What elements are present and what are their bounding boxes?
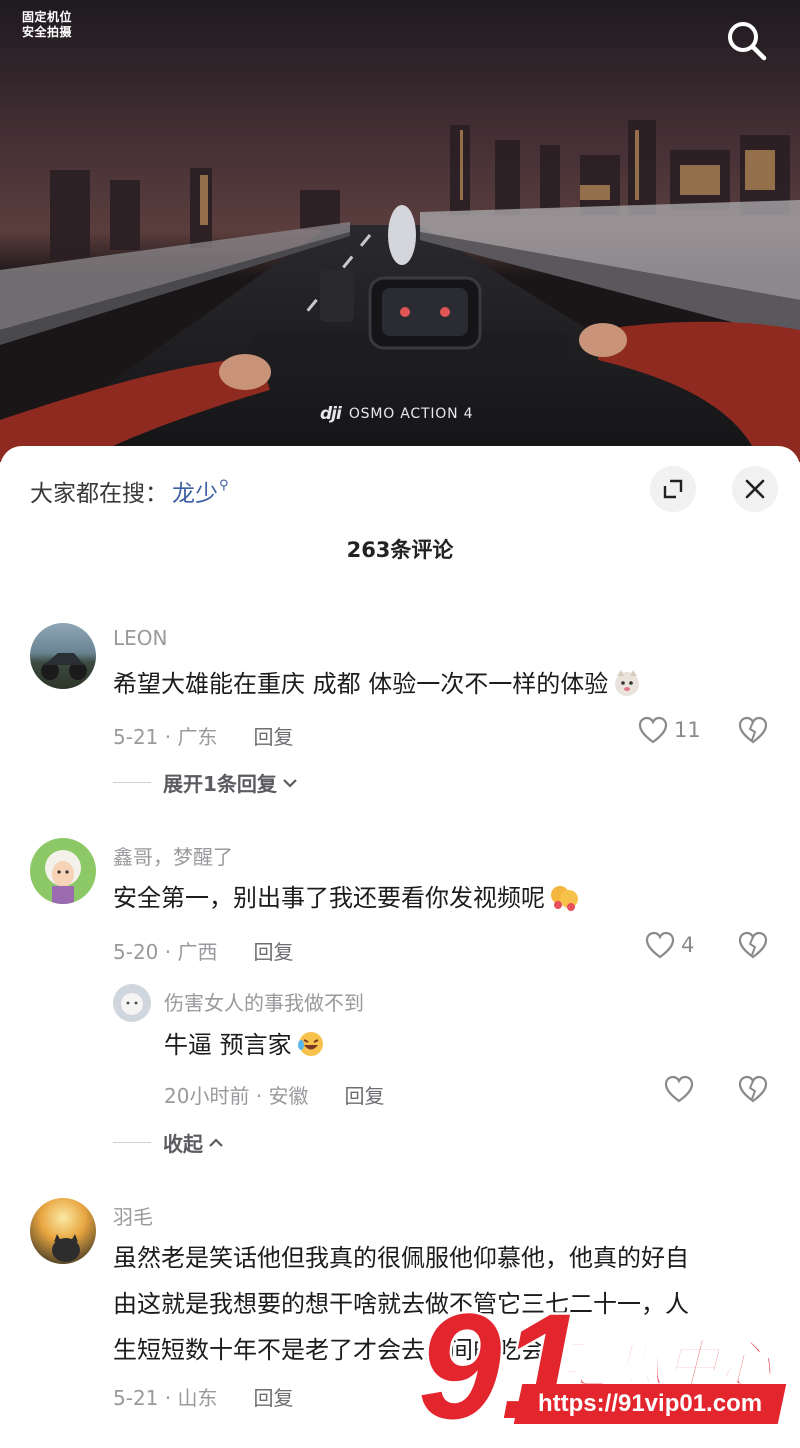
comment-meta: 5-21 · 山东 回复 — [113, 1382, 293, 1411]
avatar[interactable] — [30, 1198, 96, 1264]
comment-meta: 5-20 · 广西 回复 — [113, 936, 293, 965]
camera-brand-watermark: dji OSMO ACTION 4 — [320, 404, 473, 424]
comment-text: 安全第一，别出事了我还要看你发视频呢 — [113, 875, 773, 921]
reply-button[interactable]: 回复 — [345, 1080, 385, 1109]
reply-author[interactable]: 伤害女人的事我做不到 — [164, 987, 364, 1016]
expand-replies-button[interactable]: 展开1条回复 — [113, 768, 299, 797]
hug-emoji — [549, 881, 579, 911]
reply-button[interactable]: 回复 — [253, 1382, 293, 1411]
comment-meta: 5-21 · 广东 回复 — [113, 721, 293, 750]
avatar[interactable] — [30, 623, 96, 689]
logo-url-banner: https://91vip01.com — [513, 1384, 787, 1424]
chevron-down-icon — [283, 778, 297, 788]
expand-icon — [663, 479, 683, 499]
comment-date-location: 5-21 · 山东 — [113, 1386, 218, 1410]
search-icon — [728, 22, 767, 61]
video-player[interactable]: 固定机位 安全拍摄 dji OSMO ACTION 4 — [0, 0, 800, 462]
avatar[interactable] — [30, 838, 96, 904]
broken-heart-icon — [738, 716, 768, 744]
comment-author[interactable]: LEON — [113, 626, 167, 650]
dislike-button[interactable] — [738, 716, 768, 748]
like-count: 11 — [674, 718, 701, 742]
cat-face-emoji — [612, 667, 642, 697]
hot-search-prefix: 大家都在搜： — [30, 481, 168, 507]
broken-heart-icon — [738, 1075, 768, 1103]
like-button[interactable]: 11 — [638, 716, 701, 744]
cartoon-avatar-image — [45, 850, 81, 904]
comment-author[interactable]: 羽毛 — [113, 1201, 153, 1230]
reply-date-location: 20小时前 · 安徽 — [164, 1084, 309, 1108]
small-search-icon: ⚲ — [219, 477, 229, 493]
search-button[interactable] — [722, 16, 770, 64]
like-button[interactable]: 4 — [645, 931, 694, 959]
chevron-up-icon — [209, 1137, 223, 1147]
close-icon — [745, 479, 765, 499]
hot-search-bar: 大家都在搜： 龙少 ⚲ — [30, 474, 229, 508]
like-count: 4 — [681, 933, 695, 957]
camera-model-text: OSMO ACTION 4 — [348, 406, 474, 422]
hot-search-keyword[interactable]: 龙少 — [172, 474, 218, 508]
video-frame — [0, 0, 800, 462]
broken-heart-icon — [738, 931, 768, 959]
dislike-button[interactable] — [738, 1075, 768, 1107]
laughing-emoji — [296, 1028, 326, 1058]
comment-date-location: 5-21 · 广东 — [113, 725, 218, 749]
expand-button[interactable] — [650, 466, 696, 512]
video-watermark: 固定机位 安全拍摄 — [22, 10, 73, 39]
logo-url: https://91vip01.com — [537, 1390, 763, 1417]
dji-logo: dji — [320, 404, 342, 424]
comment-date-location: 5-20 · 广西 — [113, 940, 218, 964]
divider-line — [113, 1142, 151, 1143]
reply-meta: 20小时前 · 安徽 回复 — [164, 1080, 385, 1109]
dislike-button[interactable] — [738, 931, 768, 963]
reply-button[interactable]: 回复 — [253, 936, 293, 965]
motorcycle-image — [41, 653, 87, 680]
heart-icon — [664, 1075, 694, 1103]
heart-icon — [645, 931, 675, 959]
reply-text: 牛逼 预言家 — [164, 1022, 800, 1068]
heart-icon — [638, 716, 668, 744]
cartoon-avatar-image — [121, 993, 143, 1015]
comment-text: 希望大雄能在重庆 成都 体验一次不一样的体验 — [113, 661, 773, 707]
close-button[interactable] — [732, 466, 778, 512]
like-button[interactable] — [664, 1075, 694, 1103]
reply-button[interactable]: 回复 — [253, 721, 293, 750]
comment-author[interactable]: 鑫哥，梦醒了 — [113, 841, 233, 870]
comment-count: 263条评论 — [346, 538, 454, 562]
divider-line — [113, 782, 151, 783]
reply-avatar[interactable] — [113, 984, 151, 1022]
collapse-replies-button[interactable]: 收起 — [113, 1128, 225, 1157]
cat-avatar-image — [52, 1234, 80, 1262]
